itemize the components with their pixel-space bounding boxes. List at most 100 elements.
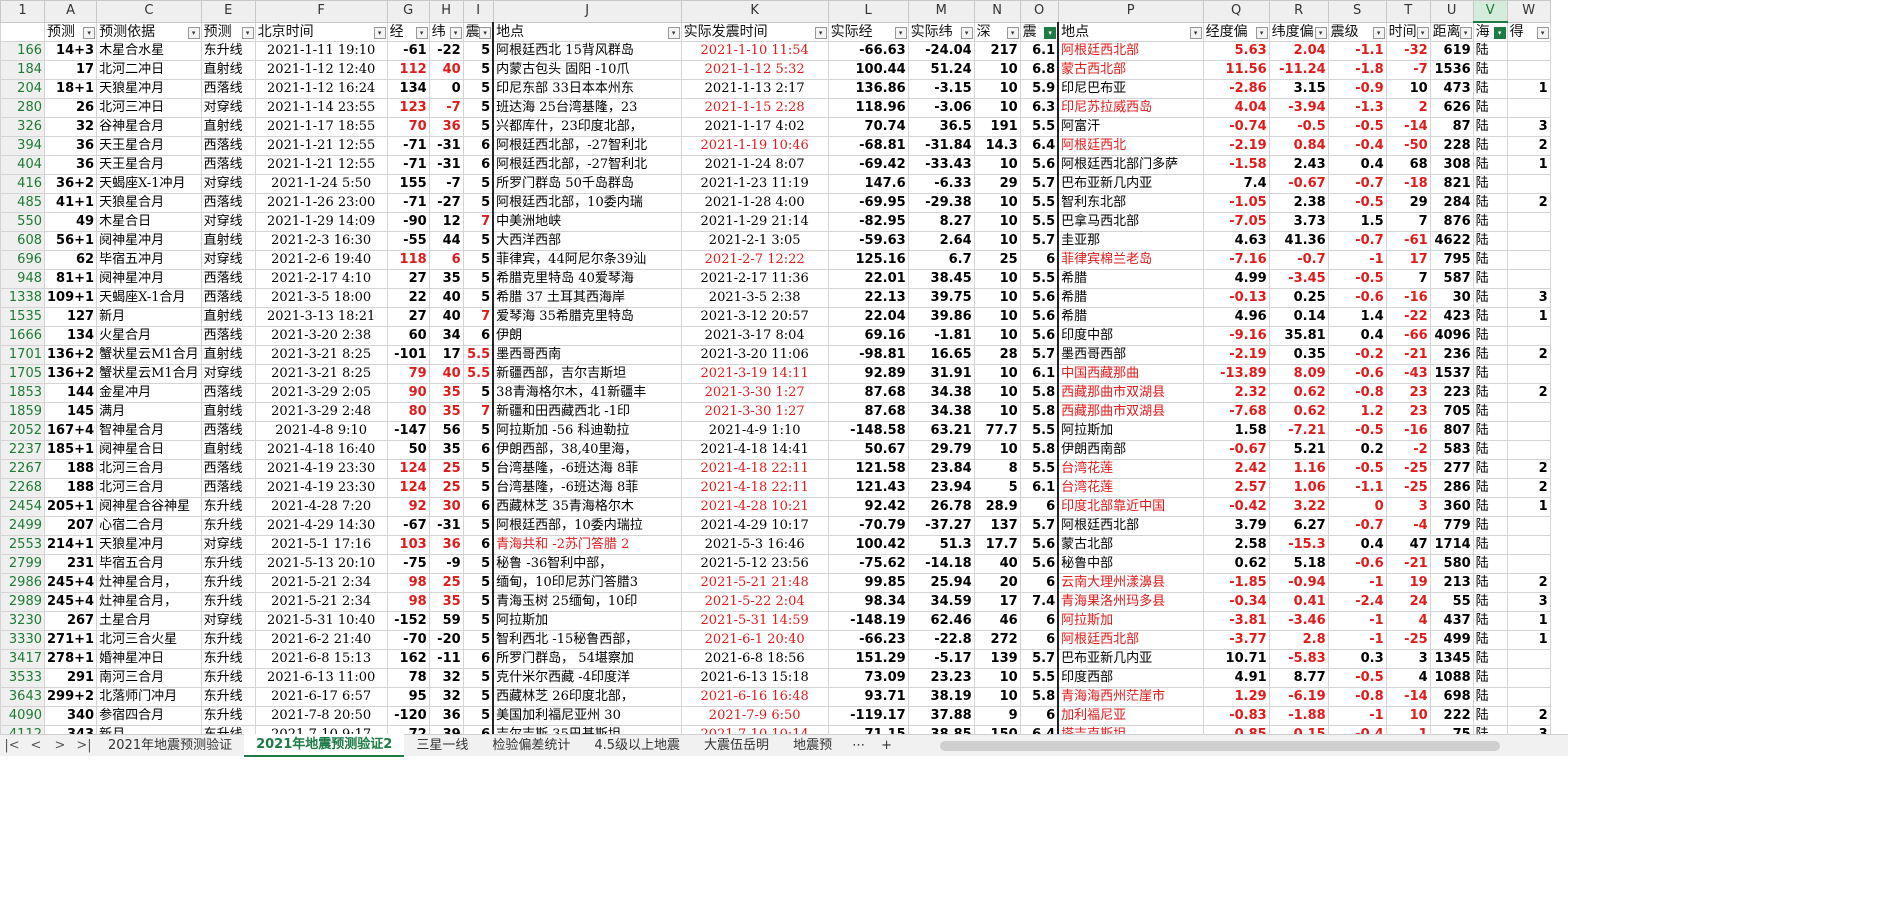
cell-h[interactable]: -9 xyxy=(428,554,464,574)
cell-m[interactable]: -14.18 xyxy=(907,554,975,574)
cell-e[interactable]: 东升线 xyxy=(200,592,256,612)
cell-e[interactable]: 直射线 xyxy=(200,345,256,365)
cell-h[interactable]: 34 xyxy=(428,326,464,346)
cell-h[interactable]: -11 xyxy=(428,649,464,669)
cell-p[interactable]: 希腊 xyxy=(1057,307,1204,327)
cell-a[interactable]: 136+2 xyxy=(43,364,98,384)
cell-g[interactable]: -152 xyxy=(386,611,430,631)
cell-h[interactable]: 40 xyxy=(428,307,464,327)
cell-nn[interactable]: 77.7 xyxy=(973,421,1021,441)
cell-s[interactable]: -1.1 xyxy=(1327,41,1387,61)
cell-l[interactable]: -66.63 xyxy=(827,41,909,61)
cell-g[interactable]: -71 xyxy=(386,155,430,175)
cell-h[interactable]: 35 xyxy=(428,592,464,612)
cell-l[interactable]: -75.62 xyxy=(827,554,909,574)
cell-m[interactable]: 63.21 xyxy=(907,421,975,441)
cell-g[interactable]: 118 xyxy=(386,250,430,270)
filter-active-icon[interactable]: ▾ xyxy=(1044,26,1057,39)
cell-s[interactable]: -1 xyxy=(1327,630,1387,650)
cell-g[interactable]: 112 xyxy=(386,60,430,80)
cell-r[interactable]: 2.04 xyxy=(1268,41,1329,61)
cell-a[interactable]: 144 xyxy=(43,383,98,403)
cell-v[interactable]: 陆 xyxy=(1472,41,1508,61)
cell-s[interactable]: -0.2 xyxy=(1327,345,1387,365)
cell-h[interactable]: 30 xyxy=(428,497,464,517)
cell-i[interactable]: 6 xyxy=(462,649,494,669)
cell-j[interactable]: 美国加利福尼亚州 30 xyxy=(492,706,682,726)
cell-i[interactable]: 5 xyxy=(462,269,494,289)
cell-s[interactable]: -0.7 xyxy=(1327,516,1387,536)
cell-j[interactable]: 台湾基隆，-6班达海 8菲 xyxy=(492,459,682,479)
cell-f[interactable]: 2021-1-14 23:55 xyxy=(254,98,388,118)
cell-r[interactable]: 35.81 xyxy=(1268,326,1329,346)
cell-c[interactable]: 蟹状星云M1合月 xyxy=(96,345,202,365)
cell-m[interactable]: 39.75 xyxy=(907,288,975,308)
cell-r[interactable]: -7.21 xyxy=(1268,421,1329,441)
column-letter-I[interactable]: I xyxy=(462,0,494,23)
cell-g[interactable]: 60 xyxy=(386,326,430,346)
cell-q[interactable]: -0.42 xyxy=(1202,497,1270,517)
cell-u[interactable]: 228 xyxy=(1429,136,1474,156)
cell-q[interactable]: 4.91 xyxy=(1202,668,1270,688)
cell-f[interactable]: 2021-6-17 6:57 xyxy=(254,687,388,707)
cell-l[interactable]: 70.74 xyxy=(827,117,909,137)
cell-m[interactable]: 51.3 xyxy=(907,535,975,555)
cell-j[interactable]: 阿根廷西部，10委内瑞拉 xyxy=(492,516,682,536)
cell-s[interactable]: 0.4 xyxy=(1327,535,1387,555)
cell-c[interactable]: 满月 xyxy=(96,402,202,422)
cell-h[interactable]: 35 xyxy=(428,383,464,403)
column-letter-W[interactable]: W xyxy=(1506,0,1551,23)
cell-m[interactable]: 26.78 xyxy=(907,497,975,517)
cell-v[interactable]: 陆 xyxy=(1472,136,1508,156)
cell-u[interactable]: 213 xyxy=(1429,573,1474,593)
cell-l[interactable]: 93.71 xyxy=(827,687,909,707)
cell-e[interactable]: 西落线 xyxy=(200,478,256,498)
cell-t[interactable]: -14 xyxy=(1385,687,1431,707)
cell-nn[interactable]: 5 xyxy=(973,478,1021,498)
cell-p[interactable]: 台湾花莲 xyxy=(1057,478,1204,498)
cell-m[interactable]: 39.86 xyxy=(907,307,975,327)
row-number[interactable]: 948 xyxy=(0,269,45,289)
cell-nn[interactable]: 10 xyxy=(973,307,1021,327)
cell-k[interactable]: 2021-1-19 10:46 xyxy=(680,136,829,156)
cell-g[interactable]: -70 xyxy=(386,630,430,650)
cell-g[interactable]: -61 xyxy=(386,41,430,61)
cell-nn[interactable]: 10 xyxy=(973,155,1021,175)
cell-v[interactable]: 陆 xyxy=(1472,231,1508,251)
cell-nn[interactable]: 10 xyxy=(973,326,1021,346)
cell-i[interactable]: 6 xyxy=(462,497,494,517)
cell-s[interactable]: -0.7 xyxy=(1327,231,1387,251)
cell-w[interactable] xyxy=(1506,60,1551,80)
cell-h[interactable]: 32 xyxy=(428,687,464,707)
cell-e[interactable]: 西落线 xyxy=(200,136,256,156)
cell-q[interactable]: 4.04 xyxy=(1202,98,1270,118)
cell-v[interactable]: 陆 xyxy=(1472,516,1508,536)
cell-h[interactable]: 6 xyxy=(428,250,464,270)
cell-s[interactable]: -0.6 xyxy=(1327,364,1387,384)
cell-e[interactable]: 对穿线 xyxy=(200,250,256,270)
cell-l[interactable]: -59.63 xyxy=(827,231,909,251)
cell-t[interactable]: -2 xyxy=(1385,440,1431,460)
cell-i[interactable]: 7 xyxy=(462,212,494,232)
cell-w[interactable] xyxy=(1506,174,1551,194)
filter-dropdown-icon[interactable]: ▾ xyxy=(1189,26,1202,39)
column-header[interactable]: 北京时间 ▾ xyxy=(254,21,388,42)
cell-o[interactable]: 5.6 xyxy=(1019,326,1059,346)
cell-c[interactable]: 天狼星冲月 xyxy=(96,79,202,99)
filter-dropdown-icon[interactable]: ▾ xyxy=(373,26,386,39)
row-number[interactable]: 1853 xyxy=(0,383,45,403)
cell-c[interactable]: 灶神星合月， xyxy=(96,592,202,612)
cell-g[interactable]: -101 xyxy=(386,345,430,365)
row-number[interactable]: 2989 xyxy=(0,592,45,612)
cell-f[interactable]: 2021-1-29 14:09 xyxy=(254,212,388,232)
cell-nn[interactable]: 10 xyxy=(973,687,1021,707)
cell-e[interactable]: 直射线 xyxy=(200,117,256,137)
cell-j[interactable]: 希腊 37 土耳其西海岸 xyxy=(492,288,682,308)
cell-nn[interactable]: 191 xyxy=(973,117,1021,137)
cell-w[interactable]: 2 xyxy=(1506,573,1551,593)
filter-dropdown-icon[interactable]: ▾ xyxy=(1416,26,1429,39)
cell-q[interactable]: -3.77 xyxy=(1202,630,1270,650)
cell-m[interactable]: 25.94 xyxy=(907,573,975,593)
cell-e[interactable]: 东升线 xyxy=(200,516,256,536)
cell-v[interactable]: 陆 xyxy=(1472,117,1508,137)
